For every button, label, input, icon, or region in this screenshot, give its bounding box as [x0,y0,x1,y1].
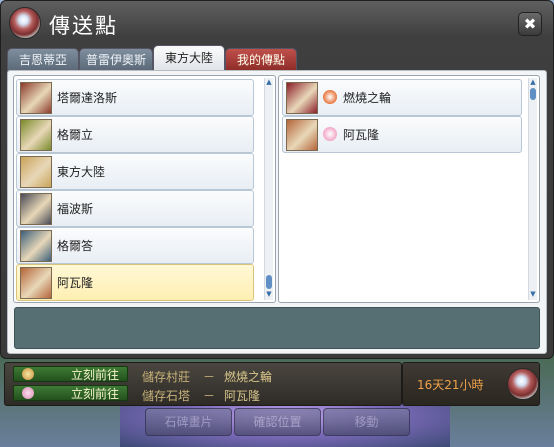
window-title: 傳送點 [49,14,118,38]
save-village-value: 燃燒之輪 [224,370,273,384]
location-thumbnail-icon [20,156,52,188]
list-item[interactable]: 阿瓦隆 [282,116,522,153]
save-stone-value: 阿瓦隆 [224,389,261,403]
destination-list: 燃燒之輪 阿瓦隆 ▲ ▼ [278,75,540,303]
title-bar[interactable]: 傳送點 ✖ [1,1,553,43]
fire-wheel-icon [323,90,337,104]
list-item-label: 格爾立 [57,128,94,142]
location-thumbnail-icon [20,119,52,151]
region-list: 塔爾達洛斯 格爾立 東方大陸 福波斯 格爾答 阿瓦隆 ▲ ▼ [13,75,276,303]
save-bar: 立刻前往 立刻前往 儲存村莊 － 燃燒之輪 儲存石塔 － 阿瓦隆 16天21小時 [0,359,552,406]
info-box [14,307,540,349]
location-thumbnail-icon [20,230,52,262]
go-now-button-village[interactable]: 立刻前往 [13,366,128,382]
tab-gientia[interactable]: 吉恩蒂亞 [7,48,79,71]
destination-list-scrollbar[interactable]: ▲ ▼ [528,78,537,300]
content-panel: 塔爾達洛斯 格爾立 東方大陸 福波斯 格爾答 阿瓦隆 ▲ ▼ 燃燒之輪 阿瓦隆 … [7,70,547,354]
saved-locations-panel: 立刻前往 立刻前往 儲存村莊 － 燃燒之輪 儲存石塔 － 阿瓦隆 [4,362,402,406]
move-button[interactable]: 移動 [323,408,410,436]
list-item-label: 福波斯 [57,202,94,216]
list-item[interactable]: 福波斯 [16,190,254,227]
teleport-emblem-icon [507,368,539,400]
list-item-label: 燃燒之輪 [343,91,392,105]
location-thumbnail-icon [286,82,318,114]
teleport-window: 傳送點 ✖ 吉恩蒂亞 普雷伊奧斯 東方大陸 我的傳點 塔爾達洛斯 格爾立 東方大… [0,0,554,359]
list-item[interactable]: 燃燒之輪 [282,79,522,116]
tab-eastern-continent[interactable]: 東方大陸 [153,45,225,71]
list-item[interactable]: 格爾答 [16,227,254,264]
list-item-label: 阿瓦隆 [343,128,380,142]
list-item[interactable]: 格爾立 [16,116,254,153]
go-now-button-stone[interactable]: 立刻前往 [13,385,128,401]
remaining-time-panel: 16天21小時 [402,362,540,406]
scroll-down-icon[interactable]: ▼ [529,290,537,299]
scroll-up-icon[interactable]: ▲ [265,78,273,87]
scroll-thumb[interactable] [266,275,272,289]
tab-preos[interactable]: 普雷伊奧斯 [79,48,153,71]
region-list-scrollbar[interactable]: ▲ ▼ [264,78,273,300]
pink-egg-icon [323,127,337,141]
teleport-emblem-icon [9,7,41,39]
list-item-label: 格爾答 [57,239,94,253]
scroll-down-icon[interactable]: ▼ [265,290,273,299]
stone-image-button[interactable]: 石碑畫片 [145,408,232,436]
list-item[interactable]: 東方大陸 [16,153,254,190]
tab-my-teleports[interactable]: 我的傳點 [225,48,297,71]
go-now-label: 立刻前往 [70,368,119,382]
confirm-location-button[interactable]: 確認位置 [234,408,321,436]
village-icon [22,368,34,380]
location-thumbnail-icon [286,119,318,151]
list-item-label: 東方大陸 [57,165,106,179]
remaining-time: 16天21小時 [417,378,484,392]
scroll-thumb[interactable] [530,88,536,100]
separator-dash: － [203,389,216,403]
location-thumbnail-icon [20,267,52,299]
close-button[interactable]: ✖ [518,12,542,36]
list-item[interactable]: 塔爾達洛斯 [16,79,254,116]
scroll-up-icon[interactable]: ▲ [529,78,537,87]
save-village-label: 儲存村莊 [142,370,191,384]
location-thumbnail-icon [20,193,52,225]
location-thumbnail-icon [20,82,52,114]
list-item-label: 阿瓦隆 [57,276,94,290]
list-item-label: 塔爾達洛斯 [57,91,118,105]
go-now-label: 立刻前往 [70,387,119,401]
list-item-selected[interactable]: 阿瓦隆 [16,264,254,301]
stone-tower-icon [22,387,34,399]
separator-dash: － [203,370,216,384]
save-stone-label: 儲存石塔 [142,389,191,403]
